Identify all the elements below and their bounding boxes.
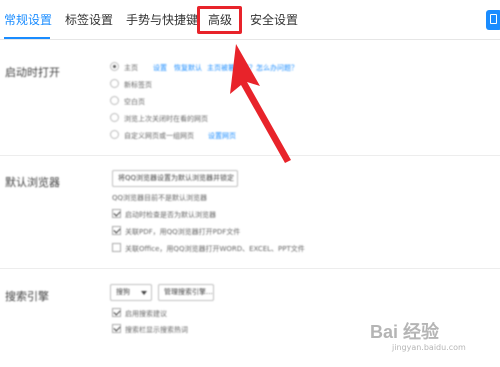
- annotation-arrow-icon: [230, 44, 291, 163]
- baidu-watermark-url: jingyan.baidu.com: [392, 343, 466, 352]
- baidu-watermark: Bai 经验: [370, 322, 440, 342]
